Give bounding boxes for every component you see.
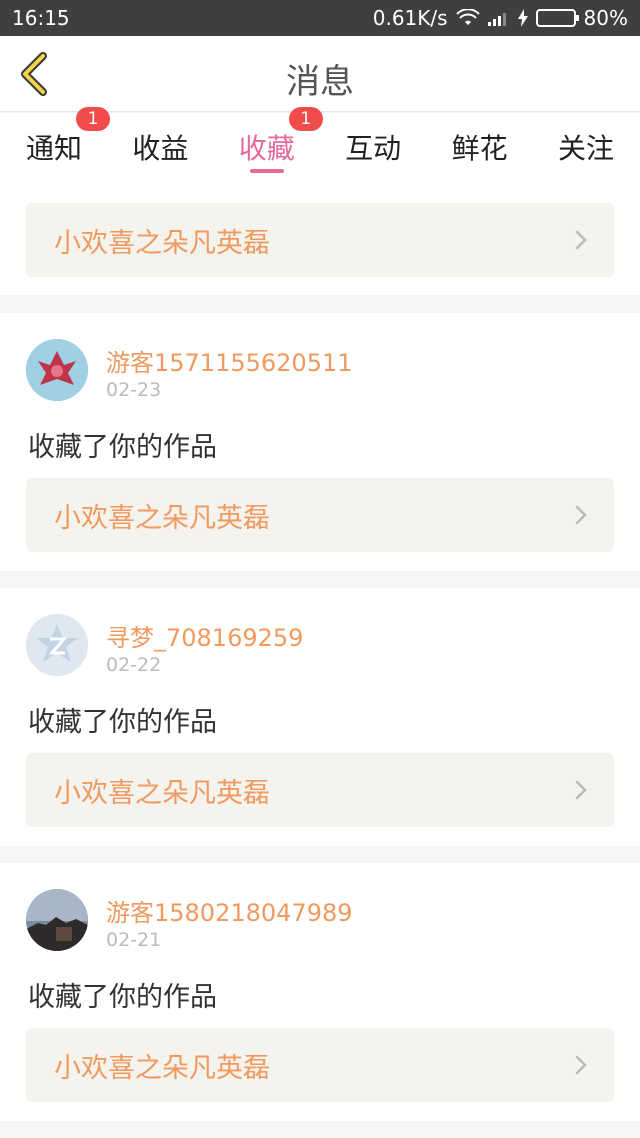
date: 02-21 [106, 929, 162, 951]
action-text: 收藏了你的作品 [28, 707, 217, 738]
work-title: 小欢喜之朵凡英磊 [54, 777, 270, 809]
chevron-right-icon [575, 230, 587, 250]
tab-label: 互动 [345, 132, 402, 165]
active-tab-indicator [249, 169, 284, 173]
battery-level: 80% [583, 6, 628, 30]
favorite-card: 寻梦_708169259 02-22 收藏了你的作品 小欢喜之朵凡英磊 [0, 588, 640, 846]
username[interactable]: 寻梦_708169259 [106, 618, 303, 653]
charging-icon [517, 9, 528, 27]
tab-flowers[interactable]: 鲜花 [452, 113, 508, 183]
tab-label: 收益 [132, 132, 189, 165]
favorite-card: 小欢喜之朵凡英磊 [0, 183, 640, 295]
work-title: 小欢喜之朵凡英磊 [54, 502, 270, 534]
work-link[interactable]: 小欢喜之朵凡英磊 [26, 203, 614, 277]
tab-follow[interactable]: 关注 [558, 113, 614, 183]
favorite-card: 游客1580218047989 02-21 收藏了你的作品 小欢喜之朵凡英磊 [0, 863, 640, 1121]
username[interactable]: 游客1580218047989 [106, 893, 353, 928]
battery-icon [535, 9, 579, 27]
tab-favorites[interactable]: 收藏 1 [238, 107, 323, 183]
date: 02-23 [106, 379, 162, 401]
chevron-right-icon [575, 505, 587, 525]
action-text: 收藏了你的作品 [28, 982, 217, 1013]
tab-label: 鲜花 [451, 132, 508, 165]
avatar[interactable] [26, 339, 88, 401]
tab-label: 关注 [557, 132, 614, 165]
favorite-card: 游客1571155620511 02-23 收藏了你的作品 小欢喜之朵凡英磊 [0, 313, 640, 571]
work-link[interactable]: 小欢喜之朵凡英磊 [26, 1028, 614, 1102]
status-right: 0.61K/s 80% [373, 6, 628, 30]
unread-badge: 1 [76, 107, 111, 131]
network-speed: 0.61K/s [372, 6, 448, 30]
username[interactable]: 游客1571155620511 [106, 343, 353, 378]
header: 消息 [0, 36, 640, 112]
status-bar: 16:15 0.61K/s 80% [0, 0, 640, 36]
wifi-icon [455, 9, 480, 27]
tab-notifications[interactable]: 通知 1 [26, 107, 111, 183]
work-link[interactable]: 小欢喜之朵凡英磊 [26, 478, 614, 552]
tab-bar: 通知 1 收益 收藏 1 互动 鲜花 关注 [0, 107, 640, 183]
unread-badge: 1 [288, 107, 323, 131]
status-time: 16:15 [12, 6, 70, 30]
date: 02-22 [106, 654, 162, 676]
signal-icon [487, 10, 510, 26]
tab-label: 收藏 [238, 132, 295, 165]
chevron-right-icon [575, 1055, 587, 1075]
work-title: 小欢喜之朵凡英磊 [54, 227, 270, 259]
chevron-right-icon [575, 780, 587, 800]
avatar[interactable] [26, 614, 88, 676]
action-text: 收藏了你的作品 [28, 432, 217, 463]
work-link[interactable]: 小欢喜之朵凡英磊 [26, 753, 614, 827]
tab-label: 通知 [26, 132, 83, 165]
page-title: 消息 [286, 62, 354, 102]
tab-interactions[interactable]: 互动 [345, 113, 401, 183]
avatar[interactable] [26, 889, 88, 951]
tab-earnings[interactable]: 收益 [132, 113, 188, 183]
work-title: 小欢喜之朵凡英磊 [54, 1052, 270, 1084]
